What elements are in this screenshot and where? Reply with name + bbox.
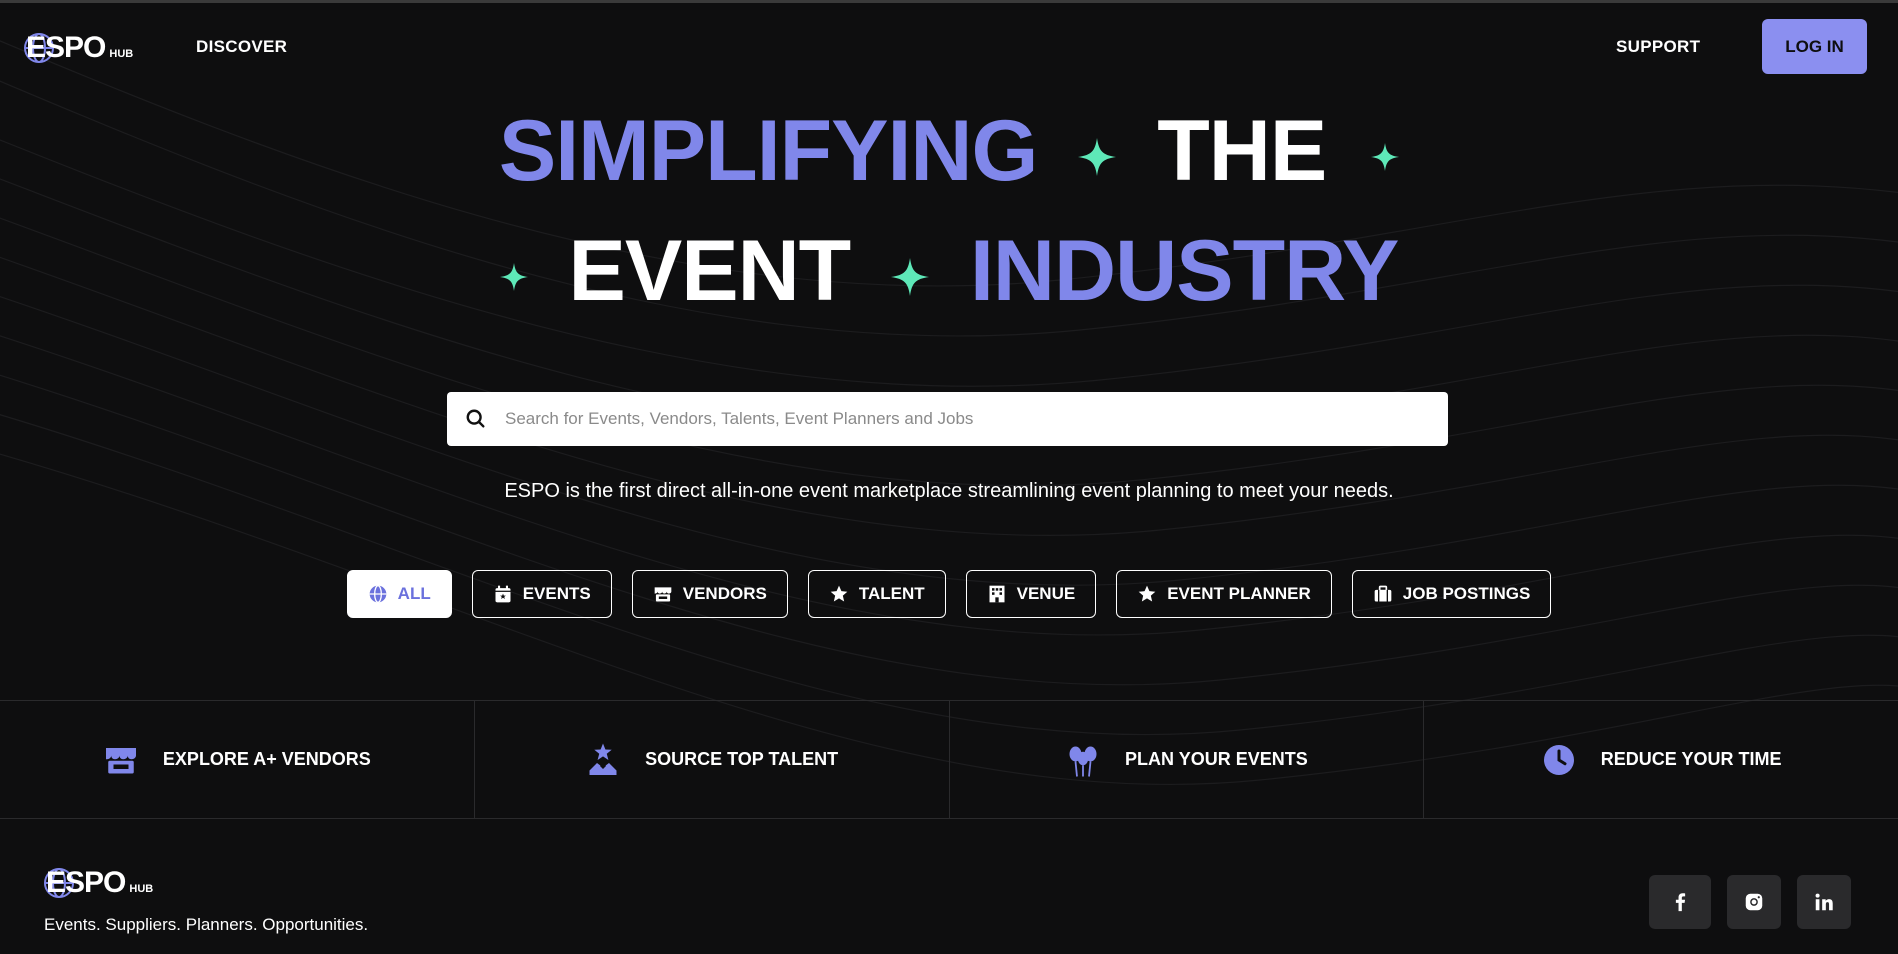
hero-tagline: ESPO is the first direct all-in-one even…: [504, 480, 1394, 502]
filter-label: EVENTS: [522, 584, 591, 603]
briefcase-icon: [1374, 585, 1392, 602]
sparkle-icon: [1078, 138, 1117, 177]
features-band: EXPLORE A+ VENDORS SOURCE TOP TALENT PLA…: [0, 700, 1898, 819]
talent-star-icon: [589, 743, 617, 775]
login-button[interactable]: LOG IN: [1762, 19, 1867, 74]
footer-logo[interactable]: ESPO HUB: [44, 866, 154, 900]
category-filters: ALL EVENTS VENDORS TALENT VENUE EVENT PL…: [0, 570, 1898, 618]
balloons-icon: [1069, 746, 1097, 777]
feature-label: SOURCE TOP TALENT: [645, 749, 839, 769]
logo-text: ESPO: [26, 31, 106, 64]
espo-logo[interactable]: ESPO HUB: [24, 31, 134, 65]
sparkle-icon: [499, 263, 528, 292]
hero-word-industry: INDUSTRY: [970, 223, 1399, 319]
linkedin-button[interactable]: [1797, 875, 1851, 929]
hero-line-1: SIMPLIFYING THE: [0, 108, 1898, 194]
footer-tagline: Events. Suppliers. Planners. Opportuniti…: [44, 915, 369, 934]
building-icon: [989, 585, 1005, 603]
calendar-icon: [495, 585, 511, 603]
filter-label: TALENT: [858, 584, 925, 603]
facebook-button[interactable]: [1649, 875, 1711, 929]
filter-all[interactable]: ALL: [346, 570, 452, 618]
filter-job-postings[interactable]: JOB POSTINGS: [1351, 570, 1552, 618]
logo-mark: ESPO: [24, 31, 106, 65]
logo-mark: ESPO: [44, 866, 126, 900]
filter-label: ALL: [397, 584, 431, 603]
search-bar[interactable]: [447, 392, 1448, 446]
linkedin-icon: [1815, 893, 1833, 911]
hero-word-simplifying: SIMPLIFYING: [498, 103, 1038, 199]
feature-time: REDUCE YOUR TIME: [1424, 701, 1898, 818]
store-icon: [105, 747, 136, 773]
feature-label: PLAN YOUR EVENTS: [1125, 749, 1308, 769]
header: ESPO HUB DISCOVER SUPPORT LOG IN: [0, 3, 1898, 91]
filter-label: JOB POSTINGS: [1402, 584, 1531, 603]
feature-talent: SOURCE TOP TALENT: [475, 701, 950, 818]
search-input[interactable]: [503, 408, 1407, 430]
filter-label: VENUE: [1016, 584, 1076, 603]
sparkle-icon: [891, 258, 930, 297]
nav-discover[interactable]: DISCOVER: [196, 37, 287, 57]
logo-sub: HUB: [109, 48, 134, 60]
filter-events[interactable]: EVENTS: [471, 570, 612, 618]
hero-word-event: EVENT: [568, 223, 851, 319]
feature-label: EXPLORE A+ VENDORS: [162, 749, 371, 769]
filter-label: EVENT PLANNER: [1167, 584, 1311, 603]
facebook-icon: [1675, 893, 1686, 912]
star-icon: [830, 585, 848, 602]
filter-event-planner[interactable]: EVENT PLANNER: [1116, 570, 1332, 618]
hero-word-the: THE: [1157, 103, 1327, 199]
logo-text: ESPO: [46, 866, 126, 899]
search-icon: [466, 409, 485, 428]
page: ESPO HUB DISCOVER SUPPORT LOG IN SIMPLIF…: [0, 0, 1898, 954]
clock-icon: [1543, 744, 1574, 775]
instagram-button[interactable]: [1727, 875, 1781, 929]
filter-label: VENDORS: [682, 584, 767, 603]
logo-sub: HUB: [129, 883, 154, 895]
filter-vendors[interactable]: VENDORS: [631, 570, 788, 618]
feature-plan: PLAN YOUR EVENTS: [950, 701, 1425, 818]
nav-support[interactable]: SUPPORT: [1616, 37, 1700, 57]
store-icon: [654, 587, 672, 602]
feature-vendors: EXPLORE A+ VENDORS: [0, 701, 475, 818]
filter-talent[interactable]: TALENT: [807, 570, 946, 618]
feature-label: REDUCE YOUR TIME: [1600, 749, 1782, 769]
sparkle-icon: [1371, 143, 1400, 172]
globe-icon: [369, 585, 387, 603]
filter-venue[interactable]: VENUE: [965, 570, 1097, 618]
star-icon: [1138, 585, 1156, 602]
hero-line-2: EVENT INDUSTRY: [0, 228, 1898, 314]
instagram-icon: [1745, 893, 1763, 911]
